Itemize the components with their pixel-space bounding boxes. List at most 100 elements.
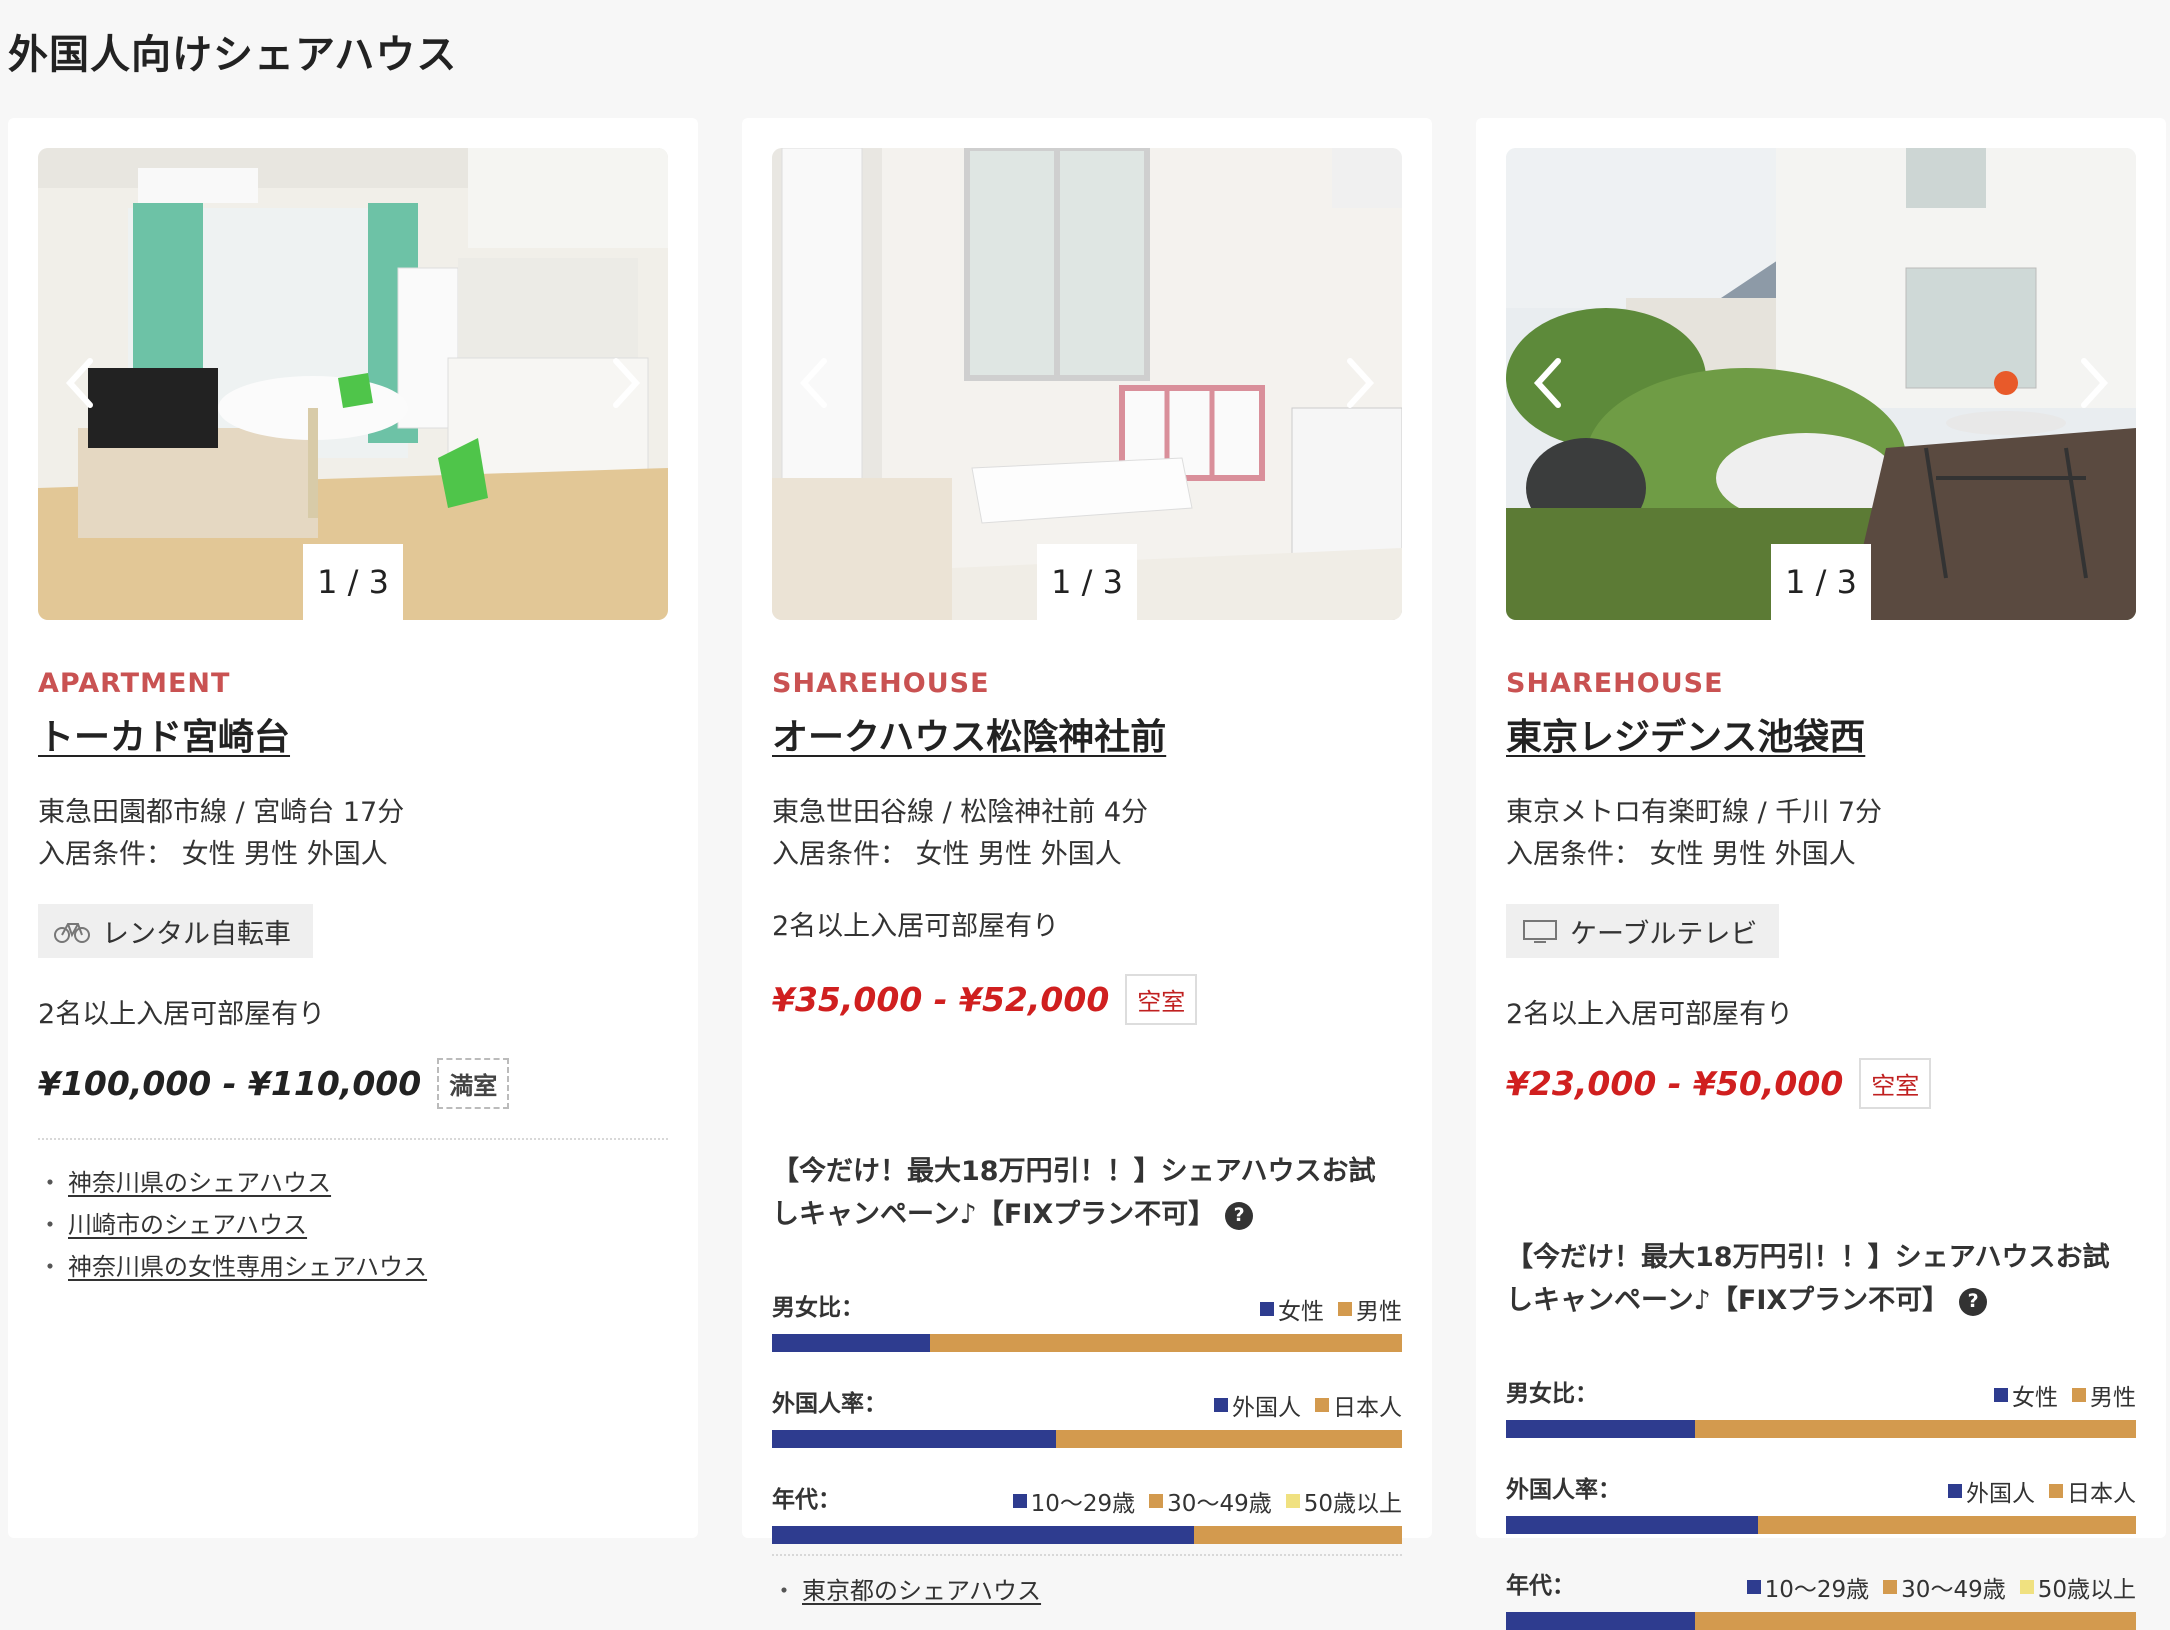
chevron-left-icon xyxy=(799,358,827,408)
photo-next-button[interactable] xyxy=(596,343,656,423)
bar-segment-age-mid xyxy=(1194,1526,1402,1544)
legend-label: 10〜29歳 xyxy=(1030,1491,1136,1517)
bar-segment-foreign xyxy=(1506,1516,1758,1534)
legend-swatch xyxy=(1214,1398,1228,1412)
listing-photo[interactable]: 1 / 3 xyxy=(772,148,1402,620)
amenity-tag: レンタル自転車 xyxy=(38,904,313,958)
legend-label: 30〜49歳 xyxy=(1901,1577,2006,1603)
availability-badge: 空室 xyxy=(1859,1058,1932,1109)
bar-segment-japanese xyxy=(1758,1516,2136,1534)
legend-label: 10〜29歳 xyxy=(1764,1577,1870,1603)
gender-ratio: 男女比： 女性 男性 xyxy=(772,1288,1402,1352)
gender-bar xyxy=(1506,1420,2136,1438)
listing-card-1: 1 / 3 APARTMENT トーカド宮崎台 東急田園都市線 / 宮崎台 17… xyxy=(8,118,698,1538)
area-link-item: ・川崎市のシェアハウス xyxy=(38,1211,308,1239)
area-link[interactable]: 川崎市のシェアハウス xyxy=(68,1211,307,1239)
foreigner-bar xyxy=(772,1430,1402,1448)
legend-swatch xyxy=(1260,1302,1274,1316)
help-icon[interactable]: ? xyxy=(1225,1201,1254,1230)
listing-card-2: 1 / 3 SHAREHOUSE オークハウス松陰神社前 東急世田谷線 / 松陰… xyxy=(742,118,1432,1605)
stat-label: 外国人率： xyxy=(772,1391,887,1417)
legend-label: 50歳以上 xyxy=(1303,1491,1402,1517)
legend-label: 30〜49歳 xyxy=(1167,1491,1272,1517)
area-link-item: ・神奈川県の女性専用シェアハウス xyxy=(38,1253,428,1281)
help-icon[interactable]: ? xyxy=(1959,1287,1988,1316)
gender-bar xyxy=(772,1334,1402,1352)
station-access: 東急世田谷線 / 松陰神社前 4分 xyxy=(772,797,1149,828)
legend-label: 日本人 xyxy=(2067,1481,2136,1507)
legend-swatch xyxy=(1994,1388,2008,1402)
area-link-item: ・東京都のシェアハウス xyxy=(772,1577,1042,1605)
move-in-conditions: 入居条件： 女性 男性 外国人 xyxy=(772,839,1122,870)
amenity-label: ケーブルテレビ xyxy=(1570,918,1758,950)
campaign-label: 【今だけ！最大18万円引！！】シェアハウスお試しキャンペーン♪【FIXプラン不可… xyxy=(1506,1242,2110,1316)
move-in-conditions: 入居条件： 女性 男性 外国人 xyxy=(38,839,388,870)
listing-photo[interactable]: 1 / 3 xyxy=(1506,148,2136,620)
property-name-link[interactable]: トーカド宮崎台 xyxy=(38,708,290,760)
bar-segment-japanese xyxy=(1055,1430,1402,1448)
age-bar xyxy=(1506,1612,2136,1630)
availability-badge: 空室 xyxy=(1125,974,1198,1025)
divider xyxy=(38,1138,668,1140)
photo-prev-button[interactable] xyxy=(784,343,844,423)
legend-label: 女性 xyxy=(1278,1299,1324,1325)
stat-label: 外国人率： xyxy=(1506,1477,1621,1503)
foreigner-bar xyxy=(1506,1516,2136,1534)
photo-prev-button[interactable] xyxy=(50,343,110,423)
legend: 外国人 日本人 xyxy=(1948,1474,2136,1508)
chevron-right-icon xyxy=(2081,358,2109,408)
photo-counter: 1 / 3 xyxy=(303,544,403,620)
listing-photo[interactable]: 1 / 3 xyxy=(38,148,668,620)
multi-occupancy-note: 2名以上入居可部屋有り xyxy=(772,911,1060,942)
property-type: SHAREHOUSE xyxy=(772,668,990,699)
legend-swatch xyxy=(1012,1494,1027,1508)
price-text: ¥100,000 - ¥110,000 xyxy=(38,1064,422,1103)
availability-badge: 満室 xyxy=(437,1058,510,1109)
area-link[interactable]: 神奈川県のシェアハウス xyxy=(68,1169,331,1197)
legend: 女性 男性 xyxy=(1260,1292,1402,1326)
legend-label: 外国人 xyxy=(1966,1481,2035,1507)
legend: 女性 男性 xyxy=(1994,1378,2136,1412)
multi-occupancy-note: 2名以上入居可部屋有り xyxy=(38,999,326,1030)
chevron-right-icon xyxy=(613,358,641,408)
bar-segment-age-young xyxy=(1506,1612,1695,1630)
area-link[interactable]: 神奈川県の女性専用シェアハウス xyxy=(68,1253,427,1281)
legend-swatch xyxy=(1948,1484,1962,1498)
bar-segment-male xyxy=(1695,1420,2136,1438)
station-access: 東京メトロ有楽町線 / 千川 7分 xyxy=(1506,797,1883,828)
stat-label: 男女比： xyxy=(772,1295,864,1321)
move-in-conditions: 入居条件： 女性 男性 外国人 xyxy=(1506,839,1856,870)
legend-label: 外国人 xyxy=(1232,1395,1301,1421)
amenity-label: レンタル自転車 xyxy=(102,918,291,950)
chevron-left-icon xyxy=(65,358,93,408)
legend-label: 男性 xyxy=(1356,1299,1402,1325)
legend-swatch xyxy=(1338,1302,1352,1316)
area-link-item: ・神奈川県のシェアハウス xyxy=(38,1169,332,1197)
bicycle-icon xyxy=(54,923,90,943)
bar-segment-age-mid xyxy=(1695,1612,2136,1630)
legend: 外国人 日本人 xyxy=(1214,1388,1402,1422)
tv-icon xyxy=(1523,920,1557,943)
property-name-link[interactable]: 東京レジデンス池袋西 xyxy=(1506,708,1865,760)
price-text: ¥35,000 - ¥52,000 xyxy=(772,980,1110,1019)
page-title: 外国人向けシェアハウス xyxy=(8,32,458,78)
legend-swatch xyxy=(1315,1398,1329,1412)
photo-next-button[interactable] xyxy=(2064,343,2124,423)
bar-segment-age-young xyxy=(772,1526,1195,1544)
legend-swatch xyxy=(2072,1388,2086,1402)
property-type: SHAREHOUSE xyxy=(1506,668,1724,699)
area-link[interactable]: 東京都のシェアハウス xyxy=(802,1577,1041,1605)
legend-swatch xyxy=(2019,1580,2034,1594)
legend-swatch xyxy=(1746,1580,1761,1594)
property-name-link[interactable]: オークハウス松陰神社前 xyxy=(772,708,1166,760)
photo-prev-button[interactable] xyxy=(1518,343,1578,423)
legend-label: 男性 xyxy=(2090,1385,2136,1411)
legend-swatch xyxy=(1285,1494,1300,1508)
area-links: ・東京都のシェアハウス xyxy=(772,1570,1041,1612)
bar-segment-male xyxy=(929,1334,1402,1352)
bar-segment-female xyxy=(1506,1420,1695,1438)
price-text: ¥23,000 - ¥50,000 xyxy=(1506,1064,1844,1103)
photo-next-button[interactable] xyxy=(1330,343,1390,423)
amenity-tag: ケーブルテレビ xyxy=(1506,904,1780,958)
campaign-text: 【今だけ！最大18万円引！！】シェアハウスお試しキャンペーン♪【FIXプラン不可… xyxy=(1506,1236,2136,1322)
